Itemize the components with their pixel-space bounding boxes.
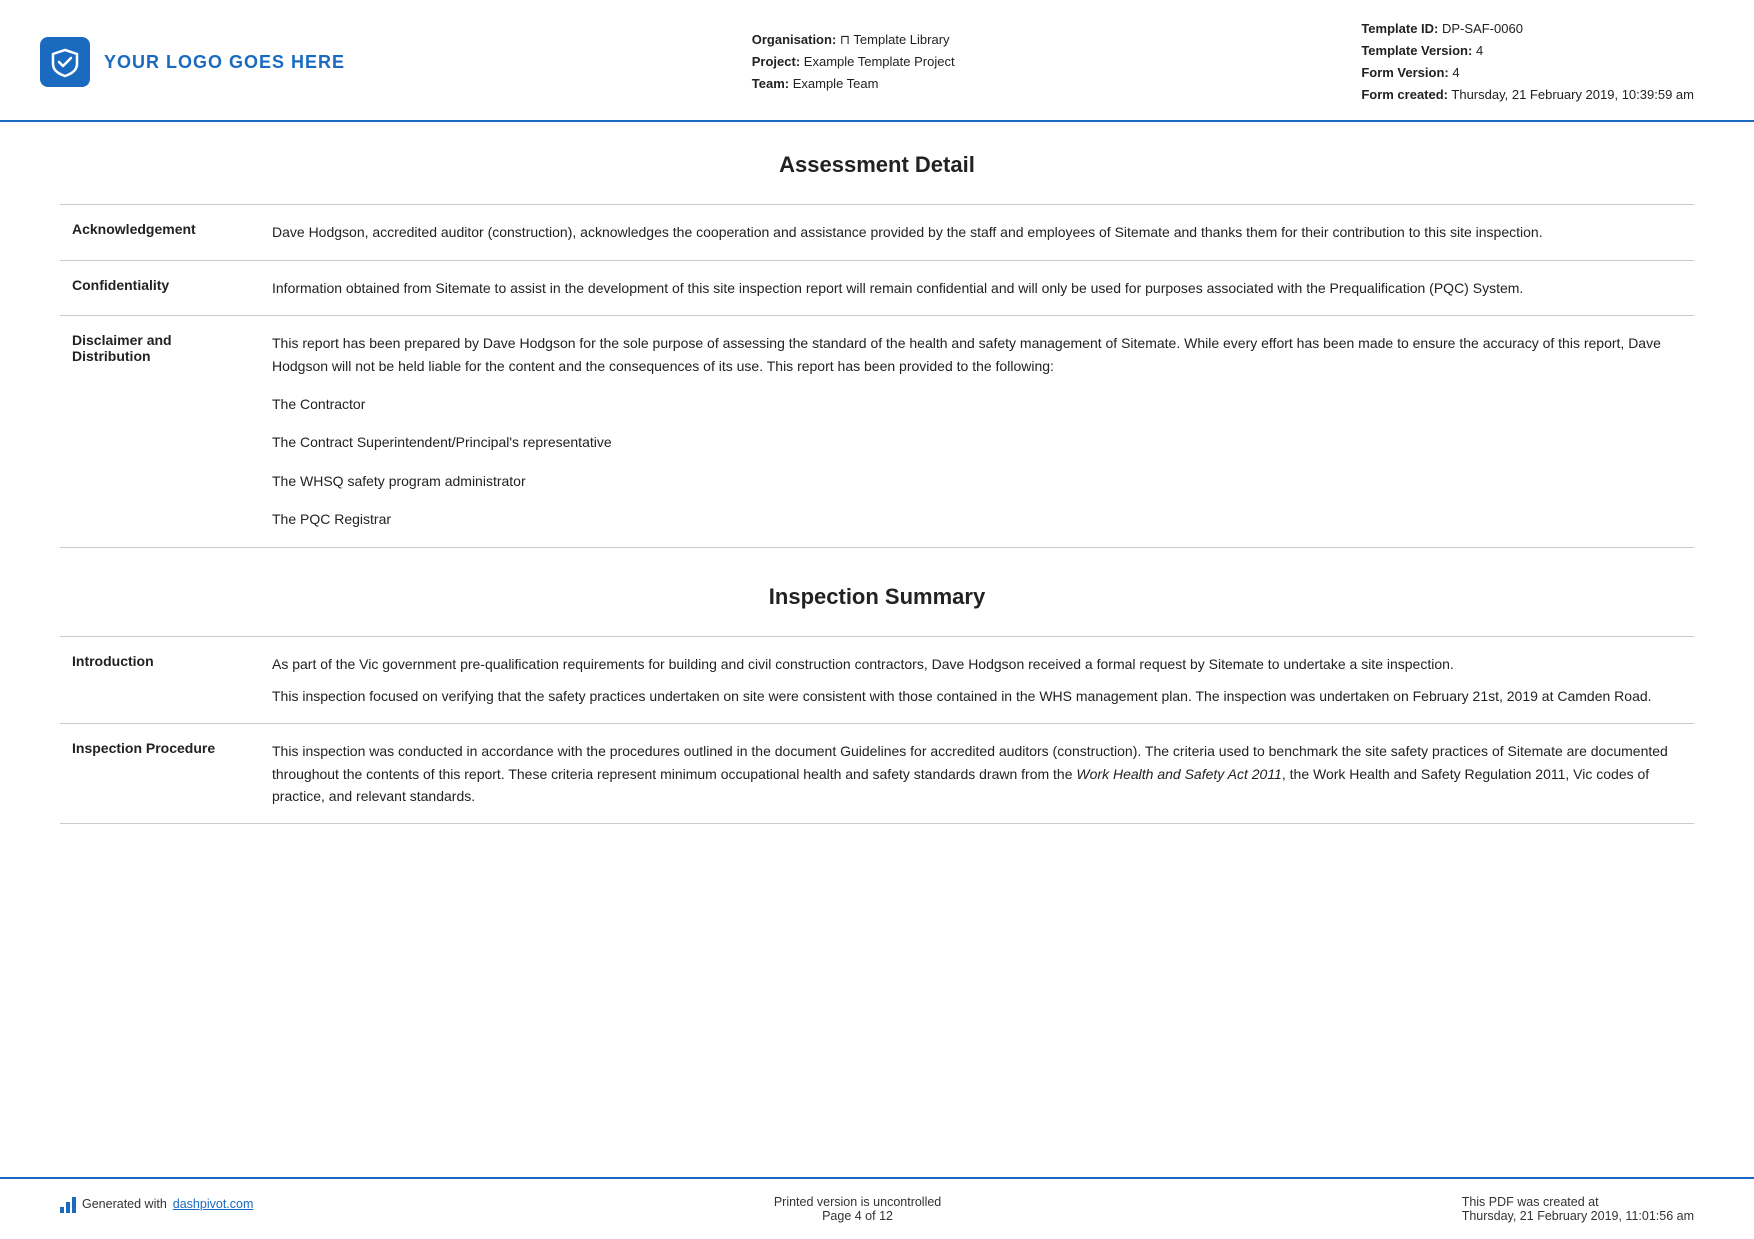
footer-right: This PDF was created at Thursday, 21 Feb… <box>1462 1195 1694 1223</box>
inspection-procedure-label: Inspection Procedure <box>60 724 260 824</box>
confidentiality-value: Information obtained from Sitemate to as… <box>260 260 1694 315</box>
footer: Generated with dashpivot.com Printed ver… <box>0 1177 1754 1239</box>
org-value: ⊓ Template Library <box>840 32 950 47</box>
logo-text: YOUR LOGO GOES HERE <box>104 52 345 73</box>
form-created-label: Form created: <box>1361 87 1448 102</box>
introduction-label: Introduction <box>60 636 260 724</box>
list-item-pqc: The PQC Registrar <box>272 508 1682 530</box>
acknowledgement-text: Dave Hodgson, accredited auditor (constr… <box>272 221 1682 243</box>
team-value: Example Team <box>793 76 879 91</box>
introduction-text-1: As part of the Vic government pre-qualif… <box>272 653 1682 675</box>
introduction-value: As part of the Vic government pre-qualif… <box>260 636 1694 724</box>
form-created-value: Thursday, 21 February 2019, 10:39:59 am <box>1451 87 1694 102</box>
logo-area: YOUR LOGO GOES HERE <box>40 37 345 87</box>
disclaimer-label: Disclaimer andDistribution <box>60 316 260 547</box>
footer-created-value: Thursday, 21 February 2019, 11:01:56 am <box>1462 1209 1694 1223</box>
footer-page-number: Page 4 of 12 <box>774 1209 941 1223</box>
list-item-whsq: The WHSQ safety program administrator <box>272 470 1682 492</box>
inspection-summary-table: Introduction As part of the Vic governme… <box>60 636 1694 825</box>
disclaimer-text: This report has been prepared by Dave Ho… <box>272 332 1682 377</box>
footer-dashpivot-link[interactable]: dashpivot.com <box>173 1197 254 1211</box>
team-label: Team: <box>752 76 789 91</box>
inspection-procedure-value: This inspection was conducted in accorda… <box>260 724 1694 824</box>
confidentiality-label: Confidentiality <box>60 260 260 315</box>
logo-icon <box>40 37 90 87</box>
inspection-procedure-text: This inspection was conducted in accorda… <box>272 740 1682 807</box>
table-row: Inspection Procedure This inspection was… <box>60 724 1694 824</box>
header-meta-center: Organisation: ⊓ Template Library Project… <box>752 29 955 95</box>
confidentiality-text: Information obtained from Sitemate to as… <box>272 277 1682 299</box>
header: YOUR LOGO GOES HERE Organisation: ⊓ Temp… <box>0 0 1754 122</box>
project-label: Project: <box>752 54 800 69</box>
footer-uncontrolled-text: Printed version is uncontrolled <box>774 1195 941 1209</box>
acknowledgement-value: Dave Hodgson, accredited auditor (constr… <box>260 205 1694 260</box>
form-version-label: Form Version: <box>1361 65 1448 80</box>
main-content: Assessment Detail Acknowledgement Dave H… <box>0 122 1754 854</box>
template-id-label: Template ID: <box>1361 21 1438 36</box>
assessment-detail-table: Acknowledgement Dave Hodgson, accredited… <box>60 204 1694 547</box>
template-version-value: 4 <box>1476 43 1483 58</box>
section-title-assessment: Assessment Detail <box>60 152 1694 184</box>
dashpivot-icon <box>60 1195 76 1213</box>
acknowledgement-label: Acknowledgement <box>60 205 260 260</box>
footer-center: Printed version is uncontrolled Page 4 o… <box>774 1195 941 1223</box>
template-version-label: Template Version: <box>1361 43 1472 58</box>
table-row: Introduction As part of the Vic governme… <box>60 636 1694 724</box>
list-item-superintendent: The Contract Superintendent/Principal's … <box>272 431 1682 453</box>
table-row: Confidentiality Information obtained fro… <box>60 260 1694 315</box>
header-meta-right: Template ID: DP-SAF-0060 Template Versio… <box>1361 18 1694 106</box>
footer-left: Generated with dashpivot.com <box>60 1195 253 1213</box>
introduction-text-2: This inspection focused on verifying tha… <box>272 685 1682 707</box>
footer-generated-text: Generated with <box>82 1197 167 1211</box>
section-title-inspection: Inspection Summary <box>60 584 1694 616</box>
form-version-value: 4 <box>1452 65 1459 80</box>
template-id-value: DP-SAF-0060 <box>1442 21 1523 36</box>
list-item-contractor: The Contractor <box>272 393 1682 415</box>
disclaimer-value: This report has been prepared by Dave Ho… <box>260 316 1694 547</box>
table-row: Acknowledgement Dave Hodgson, accredited… <box>60 205 1694 260</box>
footer-created-label: This PDF was created at <box>1462 1195 1694 1209</box>
org-label: Organisation: <box>752 32 837 47</box>
table-row: Disclaimer andDistribution This report h… <box>60 316 1694 547</box>
project-value: Example Template Project <box>804 54 955 69</box>
